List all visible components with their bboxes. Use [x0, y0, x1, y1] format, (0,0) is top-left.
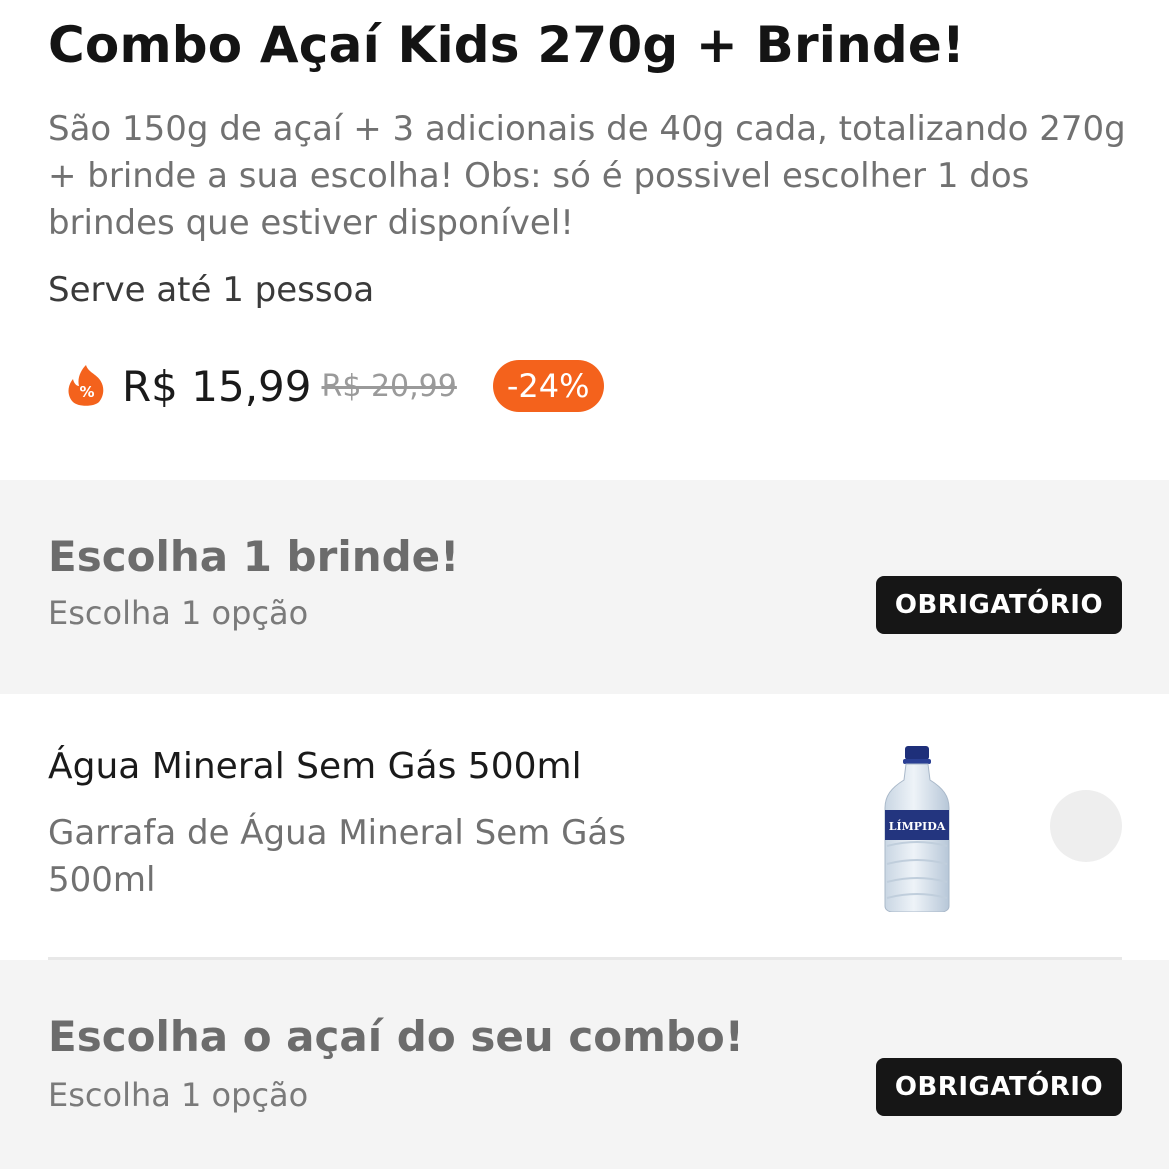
group-choose-acai: Escolha o açaí do seu combo! Escolha 1 o… [0, 960, 1169, 1169]
flame-percent-icon: % [68, 365, 104, 406]
product-title: Combo Açaí Kids 270g + Brinde! [48, 16, 966, 74]
serves-info: Serve até 1 pessoa [48, 270, 375, 310]
bottle-brand-label: LÍMPIDA [889, 819, 946, 833]
option-water[interactable]: Água Mineral Sem Gás 500ml Garrafa de Ág… [0, 694, 1169, 960]
option-radio[interactable] [1050, 790, 1122, 862]
original-price: R$ 20,99 [321, 368, 457, 404]
group-subtitle: Escolha 1 opção [48, 1076, 309, 1114]
product-description: São 150g de açaí + 3 adicionais de 40g c… [48, 109, 1126, 243]
required-badge: OBRIGATÓRIO [876, 1058, 1122, 1116]
group-title: Escolha o açaí do seu combo! [48, 1012, 744, 1061]
water-bottle-image: LÍMPIDA [884, 746, 950, 912]
option-name: Água Mineral Sem Gás 500ml [48, 746, 582, 787]
group-title: Escolha 1 brinde! [48, 532, 460, 581]
discount-badge: -24% [492, 360, 604, 412]
price-row: % R$ 15,99 R$ 20,99 -24% [62, 358, 604, 414]
current-price: R$ 15,99 [122, 361, 312, 411]
required-badge: OBRIGATÓRIO [876, 576, 1122, 634]
group-choose-gift: Escolha 1 brinde! Escolha 1 opção OBRIGA… [0, 480, 1169, 694]
group-subtitle: Escolha 1 opção [48, 594, 309, 632]
option-description: Garrafa de Água Mineral Sem Gás 500ml [48, 813, 626, 900]
promo-icon-label: % [79, 383, 94, 401]
